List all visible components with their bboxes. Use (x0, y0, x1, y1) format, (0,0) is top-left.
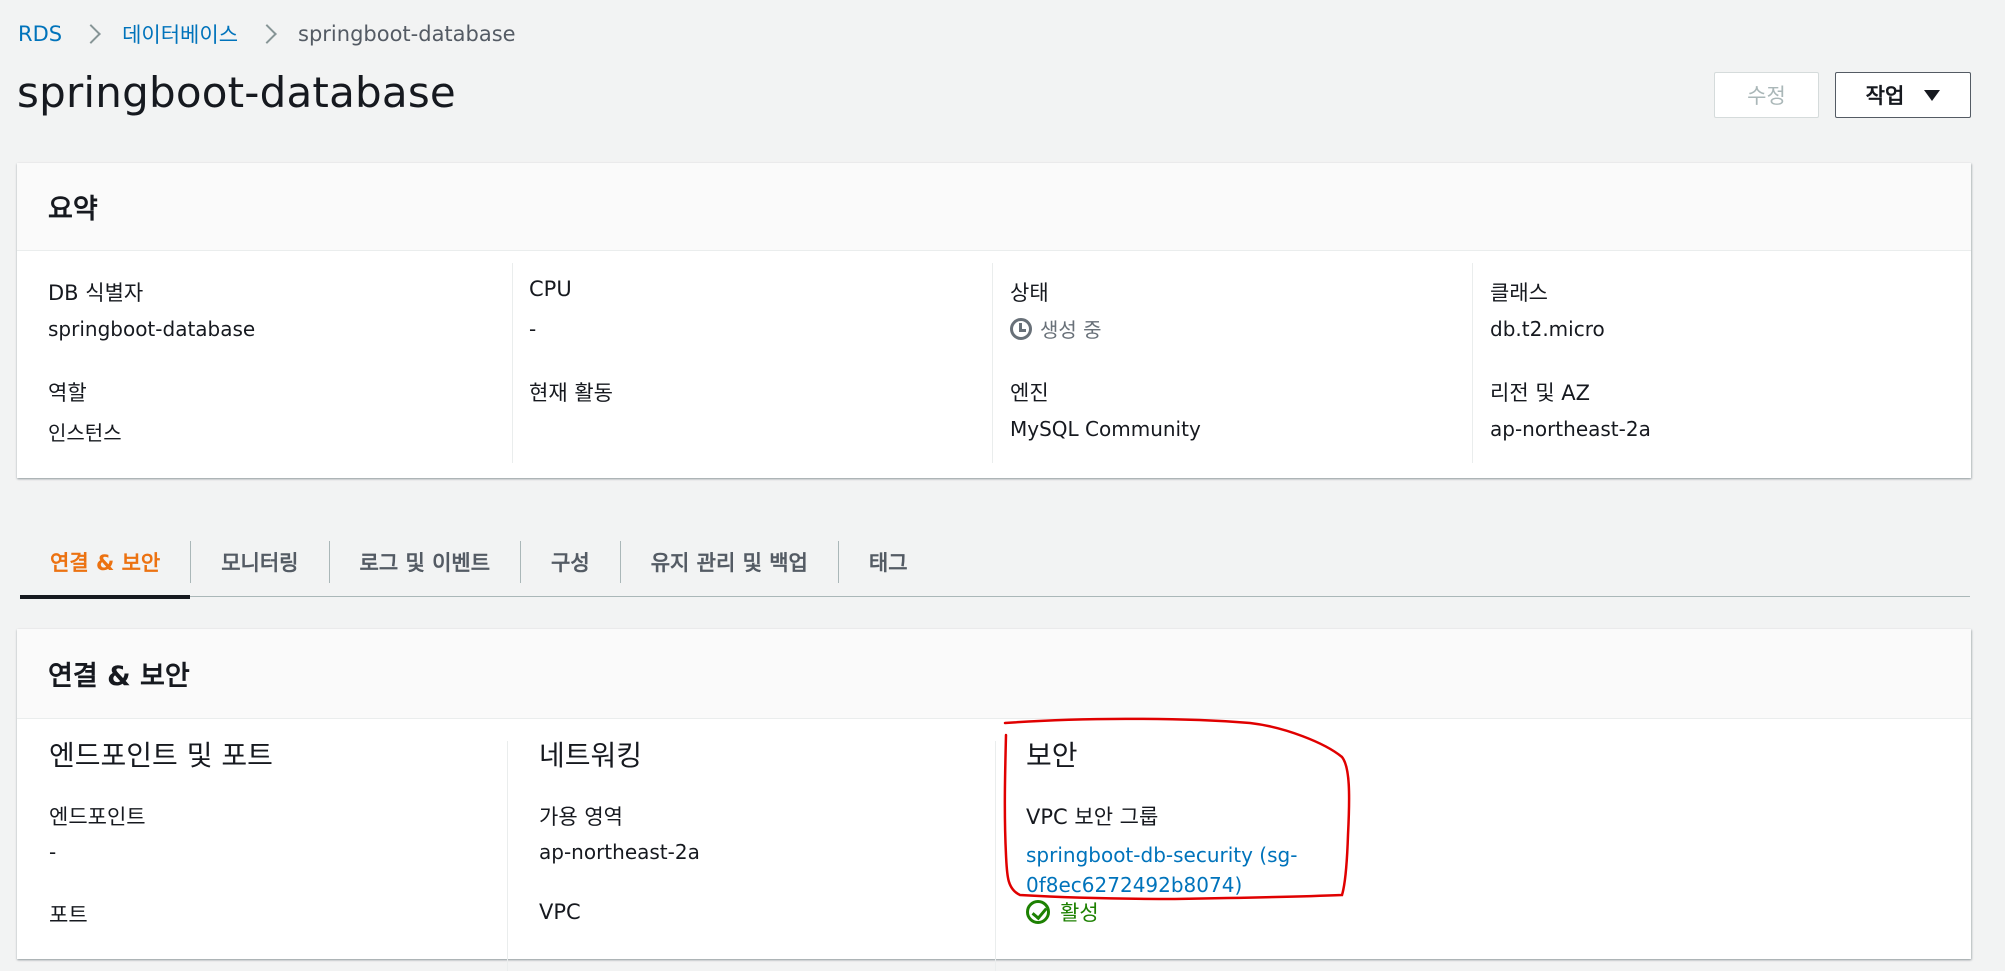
column-divider (992, 263, 993, 463)
actions-dropdown-button[interactable]: 작업 (1835, 72, 1971, 118)
availability-zone-label: 가용 영역 (539, 805, 623, 829)
class-label: 클래스 (1490, 281, 1548, 305)
modify-button[interactable]: 수정 (1714, 72, 1819, 118)
tab-tags[interactable]: 태그 (839, 527, 938, 597)
region-az-value: ap-northeast-2a (1490, 417, 1651, 441)
endpoint-port-section-title: 엔드포인트 및 포트 (49, 739, 273, 772)
summary-panel: 요약 DB 식별자 springboot-database 역할 인스턴스 CP… (17, 163, 1971, 478)
column-divider (1472, 263, 1473, 463)
tab-maintenance-backups[interactable]: 유지 관리 및 백업 (621, 527, 838, 597)
tab-connectivity-security[interactable]: 연결 & 보안 (20, 527, 191, 599)
status-value: 생성 중 (1010, 314, 1102, 343)
red-highlight-annotation (1003, 717, 1351, 901)
clock-icon (1010, 317, 1032, 340)
cpu-value: - (529, 317, 537, 341)
cpu-label: CPU (529, 277, 572, 301)
tab-configuration[interactable]: 구성 (521, 527, 620, 597)
vpc-label: VPC (539, 900, 581, 924)
role-label: 역할 (48, 381, 87, 405)
chevron-right-icon (62, 20, 122, 48)
networking-section-title: 네트워킹 (539, 739, 643, 772)
engine-label: 엔진 (1010, 381, 1049, 405)
page-title: springboot-database (17, 68, 456, 117)
engine-value: MySQL Community (1010, 417, 1201, 441)
breadcrumb: RDS 데이터베이스 springboot-database (18, 20, 516, 48)
connectivity-security-panel: 연결 & 보안 엔드포인트 및 포트 엔드포인트 - 포트 네트워킹 가용 영역… (17, 629, 1971, 971)
caret-down-icon (1924, 89, 1941, 101)
status-text: 생성 중 (1040, 318, 1102, 342)
region-az-label: 리전 및 AZ (1490, 381, 1591, 405)
summary-header: 요약 (17, 163, 1971, 251)
column-divider (512, 263, 513, 463)
modify-button-label: 수정 (1747, 84, 1786, 108)
breadcrumb-databases-link[interactable]: 데이터베이스 (122, 19, 238, 49)
role-value: 인스턴스 (48, 421, 122, 445)
breadcrumb-current: springboot-database (298, 22, 516, 46)
db-identifier-label: DB 식별자 (48, 281, 144, 305)
status-label: 상태 (1010, 281, 1049, 305)
port-label: 포트 (49, 903, 88, 927)
current-activity-label: 현재 활동 (529, 381, 613, 405)
endpoint-value: - (49, 840, 57, 864)
db-identifier-value: springboot-database (48, 317, 256, 341)
breadcrumb-rds-link[interactable]: RDS (18, 22, 62, 46)
detail-tabs: 연결 & 보안 모니터링 로그 및 이벤트 구성 유지 관리 및 백업 태그 (20, 527, 1970, 599)
chevron-right-icon (238, 20, 298, 48)
tab-monitoring[interactable]: 모니터링 (191, 527, 328, 597)
endpoint-label: 엔드포인트 (49, 805, 146, 829)
connectivity-header: 연결 & 보안 (17, 629, 1971, 719)
tab-logs-events[interactable]: 로그 및 이벤트 (330, 527, 521, 597)
class-value: db.t2.micro (1490, 317, 1605, 341)
column-divider (507, 741, 508, 971)
availability-zone-value: ap-northeast-2a (539, 840, 700, 864)
actions-button-label: 작업 (1865, 84, 1905, 108)
